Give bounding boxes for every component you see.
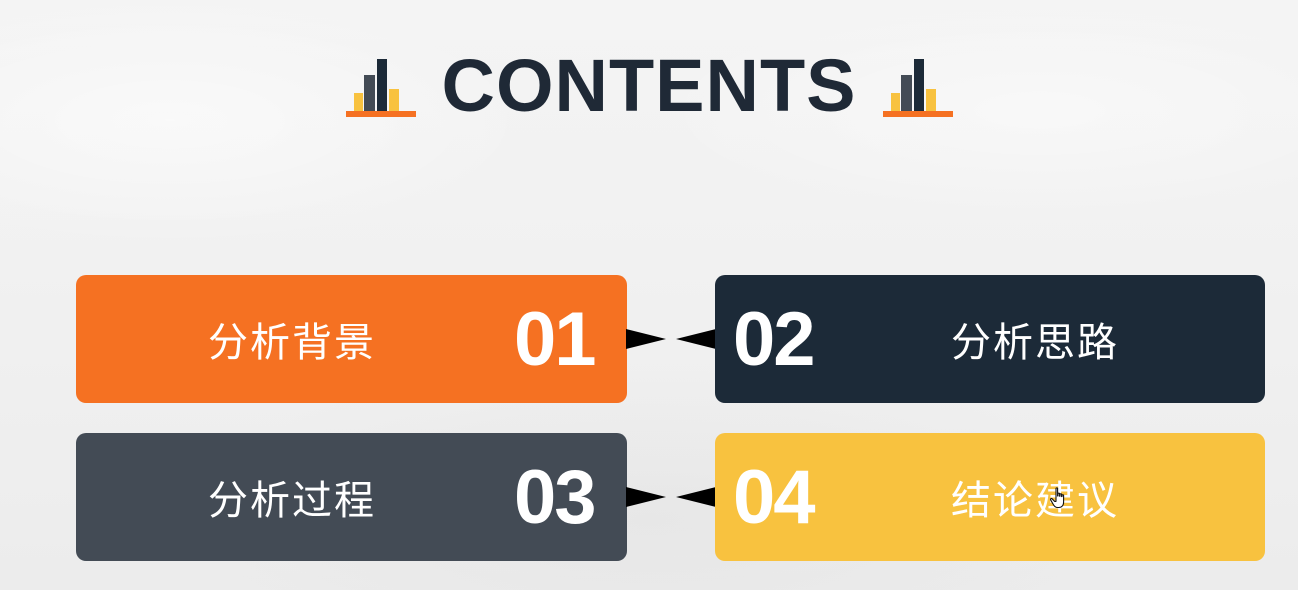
pointer-arrow xyxy=(626,487,666,507)
item-label: 分析思路 xyxy=(951,320,1119,366)
bar-chart-icon xyxy=(345,59,416,117)
pointer-arrow xyxy=(676,487,716,507)
pointer-arrow xyxy=(676,329,716,349)
contents-item-04[interactable]: 04 结论建议 xyxy=(715,433,1265,561)
item-number: 02 xyxy=(733,296,816,382)
item-label: 分析背景 xyxy=(208,320,376,366)
contents-item-03[interactable]: 分析过程 03 xyxy=(76,433,627,561)
item-number: 04 xyxy=(733,454,816,540)
hand-pointer-cursor-icon xyxy=(1049,487,1065,509)
contents-item-01[interactable]: 分析背景 01 xyxy=(76,275,627,403)
bar-chart-icon xyxy=(882,59,953,117)
pointer-arrow xyxy=(626,329,666,349)
item-number: 03 xyxy=(514,454,597,540)
item-number: 01 xyxy=(514,296,597,382)
contents-item-02[interactable]: 02 分析思路 xyxy=(715,275,1265,403)
title-row: CONTENTS xyxy=(0,44,1298,128)
item-label: 分析过程 xyxy=(208,478,376,524)
item-label: 结论建议 xyxy=(951,478,1119,524)
page-title: CONTENTS xyxy=(441,44,857,127)
